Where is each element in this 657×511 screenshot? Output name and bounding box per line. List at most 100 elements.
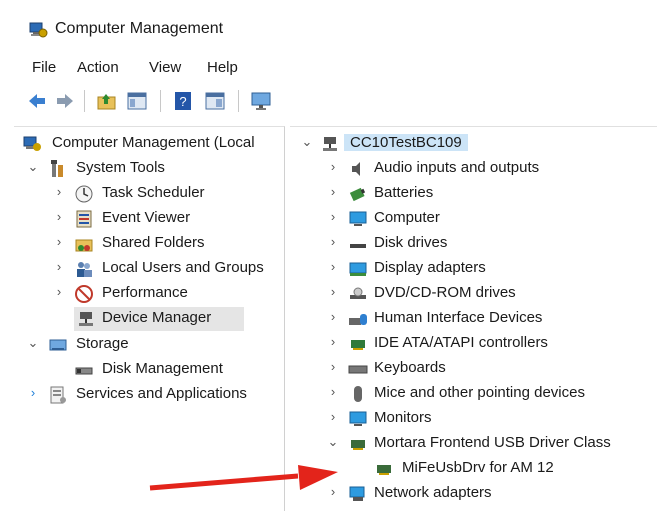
chevron-right-icon[interactable]: › <box>52 184 66 202</box>
device-category-label: Computer <box>374 209 440 226</box>
device-item-mifeusbdrv[interactable]: MiFeUsbDrv for AM 12 <box>294 457 654 481</box>
users-icon <box>77 262 92 277</box>
computer-management-icon <box>23 136 41 151</box>
disk-management-icon <box>75 367 93 375</box>
device-category-label: Audio inputs and outputs <box>374 159 540 176</box>
tools-icon <box>51 160 63 177</box>
toolbar-separator <box>238 90 239 112</box>
menu-file[interactable]: File <box>28 58 60 77</box>
properties-icon[interactable] <box>204 90 226 112</box>
toolbar: ? <box>0 88 657 118</box>
chevron-right-icon[interactable]: › <box>52 209 66 227</box>
chevron-right-icon[interactable]: › <box>326 234 340 252</box>
chevron-down-icon[interactable]: ⌄ <box>26 159 40 177</box>
tree-item-label: Event Viewer <box>102 209 191 226</box>
help-icon[interactable]: ? <box>172 90 194 112</box>
network-adapter-icon <box>349 486 365 501</box>
device-category-display-adapters[interactable]: › Display adapters <box>294 257 654 281</box>
monitor-icon <box>349 411 367 426</box>
device-category-computer[interactable]: › Computer <box>294 207 654 231</box>
device-category-label: Monitors <box>374 409 432 426</box>
folder-up-icon[interactable] <box>96 90 118 112</box>
device-category-keyboards[interactable]: › Keyboards <box>294 357 654 381</box>
tree-item-system-tools[interactable]: ⌄ System Tools <box>18 157 284 181</box>
chevron-right-icon[interactable]: › <box>52 284 66 302</box>
chevron-right-icon[interactable]: › <box>52 234 66 252</box>
chevron-right-icon[interactable]: › <box>326 359 340 377</box>
display-adapter-icon <box>349 262 367 276</box>
chevron-right-icon[interactable]: › <box>326 259 340 277</box>
tree-item-label: Performance <box>102 284 188 301</box>
device-category-network[interactable]: › Network adapters <box>294 482 654 506</box>
menu-view[interactable]: View <box>145 58 185 77</box>
back-arrow-icon[interactable] <box>26 90 48 112</box>
device-category-batteries[interactable]: › Batteries <box>294 182 654 206</box>
tree-item-label: Computer Management (Local <box>52 134 255 151</box>
device-category-mortara[interactable]: ⌄ Mortara Frontend USB Driver Class <box>294 432 654 456</box>
battery-icon <box>349 187 366 202</box>
menu-help[interactable]: Help <box>203 58 242 77</box>
shared-folder-icon <box>75 239 93 252</box>
tree-item-performance[interactable]: › Performance <box>18 282 284 306</box>
device-category-label: Keyboards <box>374 359 446 376</box>
device-category-label: Mice and other pointing devices <box>374 384 585 401</box>
tree-item-event-viewer[interactable]: › Event Viewer <box>18 207 284 231</box>
tree-item-services-applications[interactable]: › Services and Applications <box>18 383 284 407</box>
tree-item-shared-folders[interactable]: › Shared Folders <box>18 232 284 256</box>
device-category-audio[interactable]: › Audio inputs and outputs <box>294 157 654 181</box>
tree-item-storage[interactable]: ⌄ Storage <box>18 333 284 357</box>
monitor-icon <box>349 211 367 226</box>
dvd-drive-icon <box>350 287 366 299</box>
computer-management-icon <box>29 22 48 38</box>
device-category-label: Human Interface Devices <box>374 309 543 326</box>
device-category-hid[interactable]: › Human Interface Devices <box>294 307 654 331</box>
device-category-label: Display adapters <box>374 259 486 276</box>
usb-device-icon <box>377 465 391 475</box>
chevron-right-icon[interactable]: › <box>52 259 66 277</box>
red-arrow-annotation <box>149 465 338 491</box>
chevron-down-icon[interactable]: ⌄ <box>326 434 340 452</box>
chevron-right-icon[interactable]: › <box>326 284 340 302</box>
svg-text:?: ? <box>179 94 186 109</box>
monitor-icon[interactable] <box>250 90 272 112</box>
disk-drive-icon <box>350 244 366 248</box>
tree-item-device-manager[interactable]: Device Manager <box>74 307 244 331</box>
chevron-right-icon[interactable]: › <box>26 385 40 403</box>
chevron-right-icon[interactable]: › <box>326 384 340 402</box>
tree-item-label: Storage <box>76 335 129 352</box>
mouse-icon <box>354 386 362 402</box>
tree-item-disk-management[interactable]: Disk Management <box>18 358 284 382</box>
storage-icon <box>49 339 67 351</box>
chevron-down-icon[interactable]: ⌄ <box>26 335 40 353</box>
device-category-label: Mortara Frontend USB Driver Class <box>374 434 611 451</box>
device-category-ide[interactable]: › IDE ATA/ATAPI controllers <box>294 332 654 356</box>
console-tree-pane: Computer Management (Local ⌄ System Tool… <box>14 126 285 511</box>
toolbar-separator <box>84 90 85 112</box>
chevron-right-icon[interactable]: › <box>326 209 340 227</box>
toolbar-separator <box>160 90 161 112</box>
forward-arrow-icon[interactable] <box>54 90 76 112</box>
chevron-right-icon[interactable]: › <box>326 409 340 427</box>
chevron-down-icon[interactable]: ⌄ <box>300 134 314 152</box>
chevron-right-icon[interactable]: › <box>326 184 340 202</box>
device-tree-root[interactable]: ⌄ CC10TestBC109 <box>294 132 654 156</box>
menu-action[interactable]: Action <box>73 58 123 77</box>
device-category-monitors[interactable]: › Monitors <box>294 407 654 431</box>
device-category-label: Disk drives <box>374 234 448 251</box>
window-title: Computer Management <box>55 20 224 37</box>
controller-icon <box>351 340 365 350</box>
device-category-label: IDE ATA/ATAPI controllers <box>374 334 548 351</box>
tree-item-computer-management[interactable]: Computer Management (Local <box>18 132 284 156</box>
device-category-dvd-drives[interactable]: › DVD/CD-ROM drives <box>294 282 654 306</box>
tree-item-local-users-groups[interactable]: › Local Users and Groups <box>18 257 284 281</box>
tree-item-label: Shared Folders <box>102 234 205 251</box>
tree-item-label: Device Manager <box>102 309 212 326</box>
console-tree-icon[interactable] <box>126 90 148 112</box>
device-category-mice[interactable]: › Mice and other pointing devices <box>294 382 654 406</box>
chevron-right-icon[interactable]: › <box>326 334 340 352</box>
tree-item-task-scheduler[interactable]: › Task Scheduler <box>18 182 284 206</box>
device-category-disk-drives[interactable]: › Disk drives <box>294 232 654 256</box>
keyboard-icon <box>348 365 368 374</box>
chevron-right-icon[interactable]: › <box>326 309 340 327</box>
chevron-right-icon[interactable]: › <box>326 159 340 177</box>
